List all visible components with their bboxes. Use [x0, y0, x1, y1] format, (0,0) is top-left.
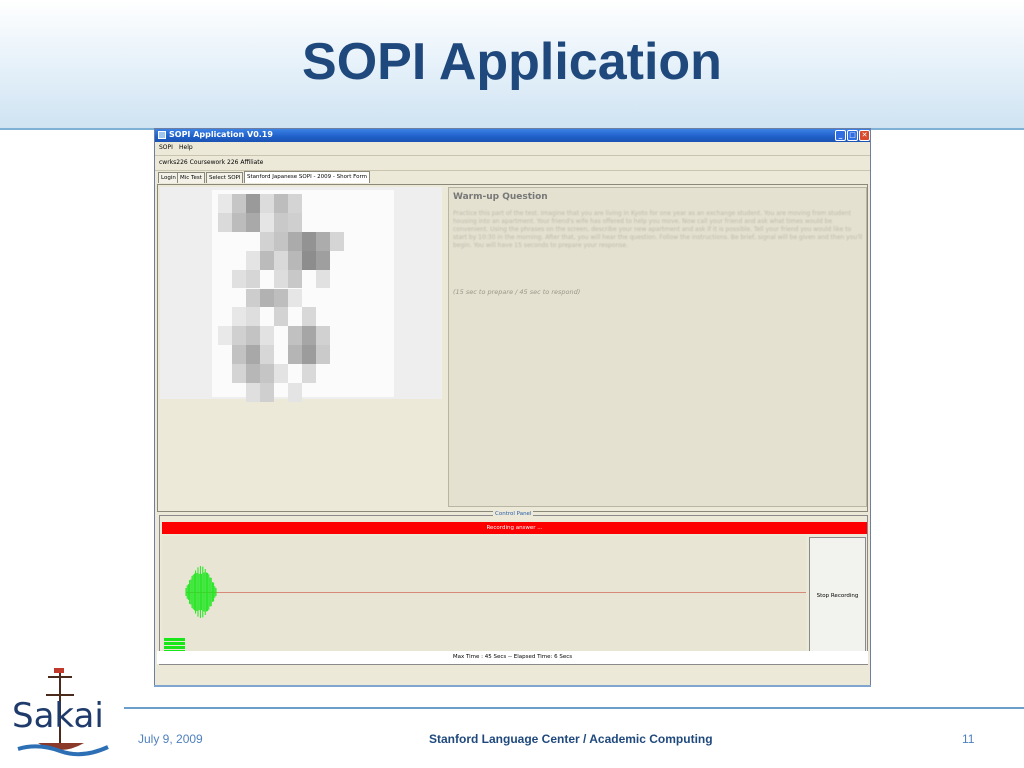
menu-help[interactable]: Help — [179, 144, 193, 151]
image-pixel — [232, 345, 246, 365]
image-pixel — [274, 250, 288, 270]
question-title: Warm-up Question — [453, 192, 548, 202]
menubar: SOPI Help — [155, 142, 870, 153]
minimize-button[interactable]: _ — [835, 130, 846, 141]
image-pixel — [246, 383, 260, 402]
user-info: cwrks226 Coursework 226 Affiliate — [159, 159, 264, 166]
maximize-button[interactable]: □ — [847, 130, 858, 141]
image-pixel — [274, 269, 288, 289]
image-pixel — [260, 345, 274, 365]
image-pixel — [246, 345, 260, 365]
image-pixel — [260, 288, 274, 308]
svg-text:Sakai: Sakai — [12, 696, 104, 736]
image-pixel — [302, 326, 316, 346]
image-pixel — [246, 212, 260, 232]
image-pixel — [218, 212, 232, 232]
image-pixel — [260, 383, 274, 402]
timing-status-bar: Max Time : 45 Secs -- Elapsed Time: 6 Se… — [157, 651, 868, 664]
image-pixel — [232, 194, 246, 213]
image-pixel — [274, 364, 288, 383]
image-pixel — [246, 288, 260, 308]
menu-sopi[interactable]: SOPI — [159, 144, 173, 151]
image-panel — [160, 187, 442, 402]
image-pixel — [246, 364, 260, 383]
image-pixel — [260, 194, 274, 213]
image-pixel — [232, 307, 246, 327]
image-pixel — [288, 250, 302, 270]
page-number: 11 — [962, 732, 975, 746]
slide-title: SOPI Application — [302, 33, 722, 91]
audio-waveform — [185, 566, 217, 618]
waveform-area — [162, 536, 806, 654]
control-panel: Control Panel Recording answer ... Stop … — [159, 511, 868, 665]
sakai-logo: Sakai — [12, 668, 109, 757]
image-pixel — [288, 231, 302, 251]
image-pixel — [316, 345, 330, 365]
image-pixel — [274, 212, 288, 232]
window-bottom-area — [155, 666, 870, 685]
question-timing: (15 sec to prepare / 45 sec to respond) — [453, 288, 581, 296]
image-pixel — [260, 326, 274, 346]
stop-recording-button[interactable]: Stop Recording — [809, 537, 866, 654]
tab-select-sopi[interactable]: Select SOPI — [206, 172, 244, 183]
tab-stanford-japanese-sopi[interactable]: Stanford Japanese SOPI - 2009 - Short Fo… — [244, 171, 371, 183]
tab-content: Warm-up Question Practice this part of t… — [157, 184, 868, 512]
image-pixel — [246, 194, 260, 213]
image-pixel — [260, 250, 274, 270]
question-body: Practice this part of the test. Imagine … — [453, 210, 863, 249]
image-pixel — [232, 364, 246, 383]
image-pixel — [274, 194, 288, 213]
recording-status-bar: Recording answer ... — [162, 522, 867, 534]
image-pixel — [274, 288, 288, 308]
image-pixel — [288, 345, 302, 365]
app-icon — [158, 131, 166, 139]
tab-mic-test[interactable]: Mic Test — [177, 172, 205, 183]
image-pixel — [246, 269, 260, 289]
image-pixel — [288, 383, 302, 402]
image-pixel — [302, 250, 316, 270]
image-pixel — [260, 364, 274, 383]
footer-organization: Stanford Language Center / Academic Comp… — [429, 732, 713, 746]
image-pixel — [288, 212, 302, 232]
image-pixel — [260, 212, 274, 232]
pixelated-prompt-image — [212, 190, 394, 402]
image-pixel — [288, 269, 302, 289]
question-panel: Warm-up Question Practice this part of t… — [448, 187, 867, 507]
image-pixel — [232, 326, 246, 346]
image-pixel — [302, 364, 316, 383]
image-pixel — [302, 231, 316, 251]
window-titlebar[interactable]: SOPI Application V0.19 _ □ ✕ — [155, 129, 870, 142]
image-pixel — [302, 345, 316, 365]
image-pixel — [232, 212, 246, 232]
window-title: SOPI Application V0.19 — [169, 130, 273, 139]
image-pixel — [246, 326, 260, 346]
image-pixel — [218, 326, 232, 346]
image-pixel — [274, 307, 288, 327]
footer-divider — [124, 707, 1024, 709]
user-info-bar: cwrks226 Coursework 226 Affiliate — [155, 155, 870, 171]
sopi-app-window: SOPI Application V0.19 _ □ ✕ SOPI Help c… — [154, 128, 871, 686]
image-pixel — [316, 269, 330, 289]
footer-date: July 9, 2009 — [138, 732, 203, 746]
image-pixel — [260, 231, 274, 251]
image-pixel — [232, 269, 246, 289]
image-pixel — [316, 326, 330, 346]
image-pixel — [246, 250, 260, 270]
window-bottom-edge — [154, 685, 871, 687]
image-pixel — [288, 326, 302, 346]
image-pixel — [218, 194, 232, 213]
image-pixel — [288, 194, 302, 213]
image-pixel — [274, 231, 288, 251]
image-pixel — [330, 231, 344, 251]
control-panel-label: Control Panel — [493, 511, 534, 517]
close-button[interactable]: ✕ — [859, 130, 870, 141]
image-pixel — [316, 231, 330, 251]
image-pixel — [288, 288, 302, 308]
tab-login[interactable]: Login — [158, 172, 179, 183]
image-pixel — [302, 307, 316, 327]
slide-header: SOPI Application — [0, 0, 1024, 130]
image-pixel — [246, 307, 260, 327]
image-pixel — [316, 250, 330, 270]
